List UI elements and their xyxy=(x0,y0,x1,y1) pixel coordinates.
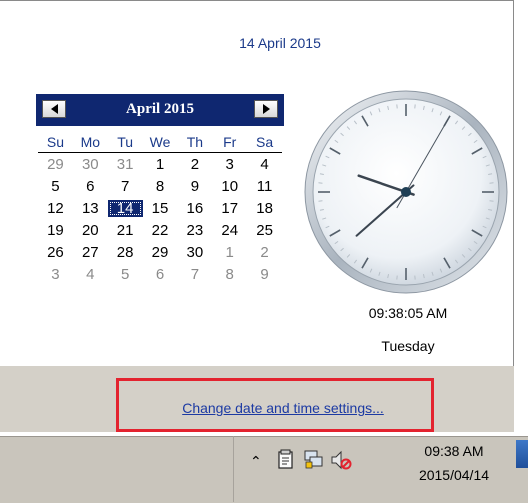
calendar-day[interactable]: 7 xyxy=(177,266,212,283)
show-desktop-button[interactable] xyxy=(516,440,528,468)
calendar-day[interactable]: 13 xyxy=(73,200,108,217)
calendar-day[interactable]: 10 xyxy=(212,178,247,195)
calendar-day[interactable]: 18 xyxy=(247,200,282,217)
calendar-day[interactable]: 26 xyxy=(38,244,73,261)
calendar-day[interactable]: 4 xyxy=(73,266,108,283)
triangle-right-icon xyxy=(263,104,270,114)
calendar-week-row: 567891011 xyxy=(38,175,282,197)
calendar-day[interactable]: 6 xyxy=(73,178,108,195)
weekday-label: Fr xyxy=(212,134,247,150)
calendar-day[interactable]: 8 xyxy=(212,266,247,283)
calendar-month-label[interactable]: April 2015 xyxy=(36,101,284,118)
calendar-day[interactable]: 12 xyxy=(38,200,73,217)
calendar-day[interactable]: 3 xyxy=(212,156,247,173)
next-month-button[interactable] xyxy=(254,100,278,118)
calendar-day[interactable]: 2 xyxy=(177,156,212,173)
calendar-day[interactable]: 29 xyxy=(143,244,178,261)
flyout-right-edge xyxy=(514,0,528,432)
calendar-day[interactable]: 21 xyxy=(108,222,143,239)
calendar-day[interactable]: 30 xyxy=(73,156,108,173)
calendar-day[interactable]: 9 xyxy=(177,178,212,195)
weekday-label: Th xyxy=(177,134,212,150)
calendar-day[interactable]: 19 xyxy=(38,222,73,239)
month-calendar: April 2015 SuMoTuWeThFrSa 29303112345678… xyxy=(36,94,284,285)
calendar-day[interactable]: 5 xyxy=(108,266,143,283)
calendar-day[interactable]: 5 xyxy=(38,178,73,195)
weekday-label: Mo xyxy=(73,134,108,150)
show-hidden-icons-chevron[interactable]: ⌃ xyxy=(250,453,262,470)
calendar-day[interactable]: 3 xyxy=(38,266,73,283)
change-settings-link[interactable]: Change date and time settings... xyxy=(148,400,418,416)
taskbar-date[interactable]: 2015/04/14 xyxy=(402,467,506,483)
long-date-header[interactable]: 14 April 2015 xyxy=(0,35,528,51)
calendar-day[interactable]: 31 xyxy=(108,156,143,173)
calendar-grid: 2930311234567891011121314151617181920212… xyxy=(36,153,284,285)
calendar-week-row: 12131415161718 xyxy=(38,197,282,219)
calendar-week-row: 2930311234 xyxy=(38,153,282,175)
calendar-header: April 2015 xyxy=(36,94,284,126)
analog-clock xyxy=(303,89,509,295)
calendar-day[interactable]: 7 xyxy=(108,178,143,195)
digital-time: 09:38:05 AM xyxy=(320,305,496,321)
calendar-day[interactable]: 25 xyxy=(247,222,282,239)
calendar-day[interactable]: 8 xyxy=(143,178,178,195)
calendar-day-today[interactable]: 14 xyxy=(108,200,143,217)
calendar-day[interactable]: 30 xyxy=(177,244,212,261)
calendar-day[interactable]: 29 xyxy=(38,156,73,173)
calendar-day[interactable]: 22 xyxy=(143,222,178,239)
action-center-flag-icon[interactable] xyxy=(275,449,297,471)
calendar-day[interactable]: 16 xyxy=(177,200,212,217)
calendar-day[interactable]: 4 xyxy=(247,156,282,173)
clock-center xyxy=(401,187,411,197)
calendar-day[interactable]: 11 xyxy=(247,178,282,195)
speaker-muted-icon[interactable] xyxy=(330,449,352,471)
weekday-label: Tuesday xyxy=(320,338,496,354)
weekday-label: We xyxy=(143,134,178,150)
weekday-header-row: SuMoTuWeThFrSa xyxy=(38,126,282,153)
calendar-day[interactable]: 20 xyxy=(73,222,108,239)
calendar-day[interactable]: 23 xyxy=(177,222,212,239)
calendar-day[interactable]: 15 xyxy=(143,200,178,217)
calendar-day[interactable]: 1 xyxy=(143,156,178,173)
calendar-day[interactable]: 6 xyxy=(143,266,178,283)
calendar-week-row: 3456789 xyxy=(38,263,282,285)
network-icon[interactable] xyxy=(303,449,325,471)
weekday-label: Su xyxy=(38,134,73,150)
calendar-day[interactable]: 2 xyxy=(247,244,282,261)
calendar-day[interactable]: 27 xyxy=(73,244,108,261)
calendar-day[interactable]: 9 xyxy=(247,266,282,283)
weekday-label: Sa xyxy=(247,134,282,150)
calendar-day[interactable]: 24 xyxy=(212,222,247,239)
weekday-label: Tu xyxy=(108,134,143,150)
calendar-day[interactable]: 28 xyxy=(108,244,143,261)
tray-divider xyxy=(233,436,234,502)
calendar-week-row: 19202122232425 xyxy=(38,219,282,241)
calendar-week-row: 262728293012 xyxy=(38,241,282,263)
calendar-day[interactable]: 17 xyxy=(212,200,247,217)
taskbar-time[interactable]: 09:38 AM xyxy=(402,443,506,459)
calendar-day[interactable]: 1 xyxy=(212,244,247,261)
